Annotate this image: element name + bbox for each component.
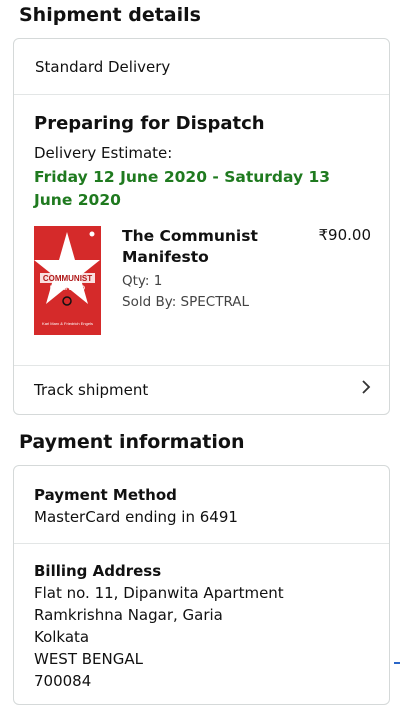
chevron-right-icon bbox=[361, 379, 371, 399]
payment-method-section: Payment Method MasterCard ending in 6491 bbox=[34, 484, 238, 528]
product-thumbnail[interactable]: COMMUNIST MANIFESTO Karl Marx & Friedric… bbox=[34, 226, 101, 335]
billing-address-city: Kolkata bbox=[34, 628, 90, 646]
billing-address-section: Billing Address Flat no. 11, Dipanwita A… bbox=[34, 560, 284, 692]
payment-method-value: MasterCard ending in 6491 bbox=[34, 508, 238, 526]
delivery-estimate-date: Friday 12 June 2020 - Saturday 13 June 2… bbox=[34, 168, 331, 209]
svg-text:MANIFESTO: MANIFESTO bbox=[50, 286, 86, 292]
edge-marker bbox=[394, 662, 400, 664]
shipment-status-heading: Preparing for Dispatch bbox=[34, 113, 265, 134]
billing-address-state: WEST BENGAL bbox=[34, 650, 143, 668]
shipment-details-heading: Shipment details bbox=[19, 4, 201, 26]
item-price: ₹90.00 bbox=[318, 226, 372, 244]
item-info: The Communist Manifesto Qty: 1 Sold By: … bbox=[122, 226, 297, 313]
item-quantity: Qty: 1 bbox=[122, 273, 163, 289]
billing-address-pincode: 700084 bbox=[34, 672, 92, 690]
divider bbox=[14, 543, 389, 544]
shipment-status-section: Preparing for Dispatch Delivery Estimate… bbox=[14, 94, 389, 414]
billing-address-label: Billing Address bbox=[34, 562, 162, 580]
track-shipment-label: Track shipment bbox=[34, 381, 149, 399]
billing-address-line: Flat no. 11, Dipanwita Apartment bbox=[34, 584, 284, 602]
delivery-type-label: Standard Delivery bbox=[35, 58, 171, 76]
billing-address-line: Ramkrishna Nagar, Garia bbox=[34, 606, 223, 624]
payment-method-label: Payment Method bbox=[34, 486, 177, 504]
payment-information-heading: Payment information bbox=[19, 431, 245, 453]
book-cover-author: Karl Marx & Friedrich Engels bbox=[42, 321, 93, 326]
payment-card: Payment Method MasterCard ending in 6491… bbox=[13, 465, 390, 705]
track-shipment-row[interactable]: Track shipment bbox=[14, 365, 389, 414]
item-seller: Sold By: SPECTRAL bbox=[122, 294, 250, 310]
delivery-estimate-label: Delivery Estimate: bbox=[34, 144, 173, 162]
book-cover-text: COMMUNIST bbox=[43, 274, 92, 283]
book-cover-image: COMMUNIST MANIFESTO Karl Marx & Friedric… bbox=[34, 226, 101, 335]
shipment-card: Standard Delivery Preparing for Dispatch… bbox=[13, 38, 390, 415]
item-title[interactable]: The Communist Manifesto bbox=[122, 226, 297, 268]
